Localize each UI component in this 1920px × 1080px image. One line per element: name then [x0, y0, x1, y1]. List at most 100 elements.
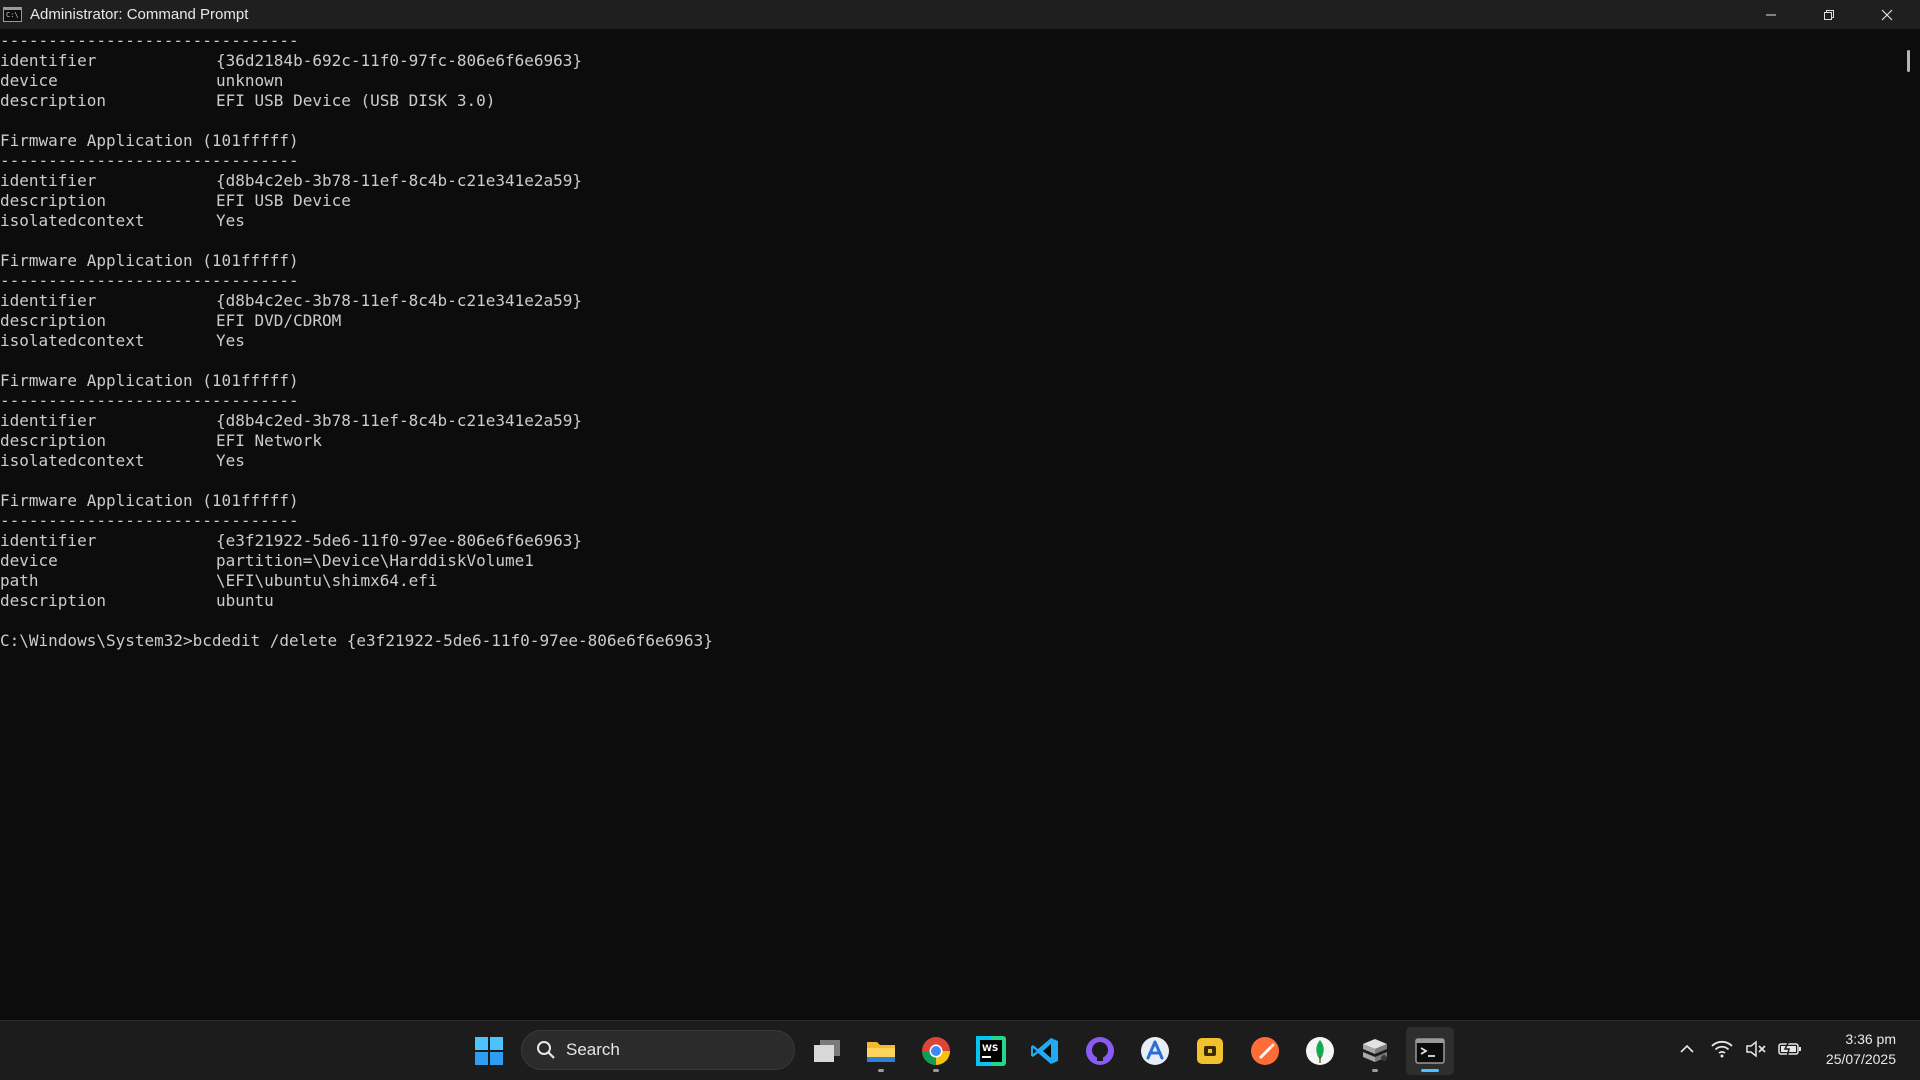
terminal-line-identifier: identifier {d8b4c2ec-3b78-11ef-8c4b-c21e3…: [0, 291, 1900, 311]
webstorm-button[interactable]: WS: [967, 1027, 1015, 1075]
taskbar: Search WS 3:36 pm 25/07/2025: [0, 1020, 1920, 1080]
field-value: ubuntu: [216, 591, 274, 610]
volume-muted-icon[interactable]: [1744, 1037, 1768, 1061]
svg-text:WS: WS: [982, 1044, 998, 1054]
clock-time: 3:36 pm: [1845, 1031, 1896, 1047]
field-name: path: [0, 571, 39, 590]
app-store-button[interactable]: [1131, 1027, 1179, 1075]
minimize-button[interactable]: [1742, 0, 1800, 29]
terminal-line: Firmware Application (101fffff): [0, 131, 299, 150]
field-name: isolatedcontext: [0, 451, 145, 470]
title-bar[interactable]: C:\ Administrator: Command Prompt: [0, 0, 1920, 29]
terminal-line-description: description EFI Network: [0, 431, 1900, 451]
field-value: {36d2184b-692c-11f0-97fc-806e6f6e6963}: [216, 51, 583, 70]
wifi-icon[interactable]: [1710, 1037, 1734, 1061]
chrome-icon: [922, 1037, 950, 1065]
terminal-line: -------------------------------: [0, 391, 299, 410]
terminal-line: -------------------------------: [0, 31, 299, 50]
command-prompt-icon: C:\: [3, 7, 22, 22]
minimize-icon: [1766, 14, 1776, 15]
taskbar-search[interactable]: Search: [521, 1030, 795, 1070]
field-name: description: [0, 591, 106, 610]
field-name: description: [0, 311, 106, 330]
field-name: identifier: [0, 171, 97, 190]
field-name: identifier: [0, 411, 97, 430]
clock[interactable]: 3:36 pm 25/07/2025: [1808, 1029, 1896, 1069]
field-name: isolatedcontext: [0, 211, 145, 230]
field-value: Yes: [216, 331, 245, 350]
github-desktop-button[interactable]: [1076, 1027, 1124, 1075]
yellow-square-icon: [1197, 1038, 1223, 1064]
terminal-line-isolatedcontext: isolatedcontext Yes: [0, 331, 1900, 351]
close-icon: [1881, 9, 1893, 20]
system-tray[interactable]: [1710, 1035, 1802, 1063]
field-value: partition=\Device\HarddiskVolume1: [216, 551, 534, 570]
terminal-output[interactable]: ------------------------------- identifie…: [0, 29, 1900, 1022]
terminal-line: -------------------------------: [0, 511, 299, 530]
terminal-line-path: path \EFI\ubuntu\shimx64.efi: [0, 571, 1900, 591]
start-button[interactable]: [465, 1027, 513, 1075]
scrollbar-thumb[interactable]: [1907, 50, 1910, 72]
field-name: description: [0, 191, 106, 210]
field-name: identifier: [0, 51, 97, 70]
restore-button[interactable]: [1800, 0, 1858, 29]
scrollbar[interactable]: [1904, 29, 1920, 1020]
field-name: device: [0, 551, 58, 570]
field-value: EFI USB Device (USB DISK 3.0): [216, 91, 496, 110]
github-icon: [1086, 1037, 1114, 1065]
folder-icon: [867, 1042, 895, 1062]
terminal-button[interactable]: [1406, 1027, 1454, 1075]
command-prompt-line: C:\Windows\System32>bcdedit /delete {e3f…: [0, 631, 713, 650]
close-button[interactable]: [1858, 0, 1916, 29]
restore-icon: [1824, 9, 1834, 20]
terminal-line-description: description ubuntu: [0, 591, 1900, 611]
terminal-line: -------------------------------: [0, 271, 299, 290]
terminal-line: -------------------------------: [0, 151, 299, 170]
chrome-button[interactable]: [912, 1027, 960, 1075]
running-indicator: [878, 1069, 884, 1072]
chevron-up-icon: [1680, 1044, 1694, 1053]
show-hidden-icons-button[interactable]: [1673, 1035, 1701, 1063]
postman-icon: [1251, 1037, 1279, 1065]
file-explorer-button[interactable]: [857, 1027, 905, 1075]
field-value: unknown: [216, 71, 284, 90]
server-app-button[interactable]: [1351, 1027, 1399, 1075]
field-value: {d8b4c2ed-3b78-11ef-8c4b-c21e341e2a59}: [216, 411, 583, 430]
terminal-line: Firmware Application (101fffff): [0, 251, 299, 270]
field-value: EFI Network: [216, 431, 322, 450]
running-indicator: [1372, 1069, 1378, 1072]
task-view-button[interactable]: [803, 1027, 851, 1075]
yellow-app-button[interactable]: [1186, 1027, 1234, 1075]
terminal-line: Firmware Application (101fffff): [0, 491, 299, 510]
terminal-line: Firmware Application (101fffff): [0, 371, 299, 390]
field-name: description: [0, 431, 106, 450]
terminal-line-description: description EFI DVD/CDROM: [0, 311, 1900, 331]
terminal-icon: [1415, 1038, 1445, 1064]
terminal-line-isolatedcontext: isolatedcontext Yes: [0, 211, 1900, 231]
task-view-icon: [814, 1040, 840, 1062]
webstorm-icon: WS: [976, 1036, 1006, 1066]
active-indicator: [1421, 1069, 1439, 1072]
field-value: {d8b4c2ec-3b78-11ef-8c4b-c21e341e2a59}: [216, 291, 583, 310]
terminal-line-isolatedcontext: isolatedcontext Yes: [0, 451, 1900, 471]
postman-button[interactable]: [1241, 1027, 1289, 1075]
field-value: {d8b4c2eb-3b78-11ef-8c4b-c21e341e2a59}: [216, 171, 583, 190]
clock-date: 25/07/2025: [1825, 1051, 1896, 1067]
mongodb-leaf-icon: [1306, 1037, 1334, 1065]
app-store-icon: [1141, 1037, 1169, 1065]
terminal-line-identifier: identifier {36d2184b-692c-11f0-97fc-806e6…: [0, 51, 1900, 71]
field-name: identifier: [0, 531, 97, 550]
windows-logo-icon: [475, 1037, 503, 1065]
battery-charging-icon[interactable]: [1778, 1037, 1802, 1061]
search-icon: [537, 1041, 555, 1059]
mongodb-compass-button[interactable]: [1296, 1027, 1344, 1075]
field-value: EFI DVD/CDROM: [216, 311, 342, 330]
vscode-icon: [1031, 1038, 1058, 1064]
vscode-button[interactable]: [1021, 1027, 1069, 1075]
server-stack-icon: [1363, 1039, 1387, 1062]
field-value: Yes: [216, 211, 245, 230]
running-indicator: [933, 1069, 939, 1072]
terminal-line-description: description EFI USB Device (USB DISK 3.0): [0, 91, 1900, 111]
